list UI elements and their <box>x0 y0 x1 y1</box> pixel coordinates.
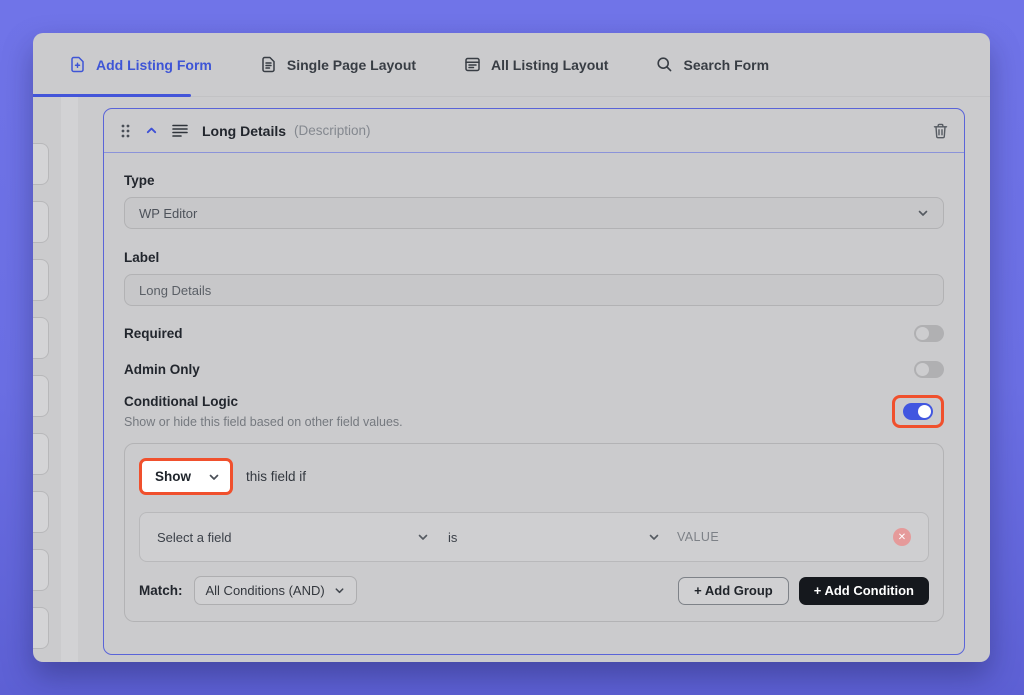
field-editor-panel: Long Details (Description) Type WP Edito… <box>103 108 965 655</box>
builder-card: Add Listing Form Single Page Layout All … <box>33 33 990 662</box>
tab-bar: Add Listing Form Single Page Layout All … <box>33 33 990 97</box>
tab-label: Search Form <box>683 57 769 73</box>
collapsed-field-sliver <box>33 317 49 359</box>
chevron-down-icon <box>648 531 660 543</box>
label-input-value: Long Details <box>139 283 211 298</box>
delete-field-trash-icon[interactable] <box>933 123 948 139</box>
match-label: Match: <box>139 583 183 598</box>
field-type-text-icon <box>172 124 188 138</box>
collapsed-field-sliver <box>33 549 49 591</box>
label-input[interactable]: Long Details <box>124 274 944 306</box>
chevron-down-icon <box>417 531 429 543</box>
search-icon <box>656 56 673 73</box>
admin-only-row: Admin Only <box>124 361 944 378</box>
layout-icon <box>464 56 481 73</box>
collapse-chevron-up-icon[interactable] <box>145 124 158 137</box>
tab-all-listing-layout[interactable]: All Listing Layout <box>440 33 632 96</box>
field-editor-header: Long Details (Description) <box>104 109 964 153</box>
collapsed-field-sliver <box>33 375 49 417</box>
add-group-button[interactable]: + Add Group <box>678 577 789 605</box>
action-row: Show this field if <box>139 458 929 495</box>
conditional-logic-toggle[interactable] <box>903 403 933 420</box>
collapsed-field-sliver <box>33 143 49 185</box>
required-toggle[interactable] <box>914 325 944 342</box>
collapsed-field-sliver <box>33 491 49 533</box>
tab-search-form[interactable]: Search Form <box>632 33 793 96</box>
builder-content: Long Details (Description) Type WP Edito… <box>33 97 990 662</box>
chevron-down-icon <box>334 585 345 596</box>
type-select[interactable]: WP Editor <box>124 197 944 229</box>
condition-field-placeholder: Select a field <box>157 530 231 545</box>
required-label: Required <box>124 326 183 341</box>
match-select[interactable]: All Conditions (AND) <box>194 576 357 605</box>
condition-operator-select[interactable]: is <box>448 530 660 545</box>
conditional-logic-text: Conditional Logic Show or hide this fiel… <box>124 394 403 429</box>
show-hide-select[interactable]: Show <box>139 458 233 495</box>
condition-field-select[interactable]: Select a field <box>157 530 429 545</box>
conditional-logic-row: Conditional Logic Show or hide this fiel… <box>124 394 944 429</box>
conditional-logic-label: Conditional Logic <box>124 394 403 409</box>
toggle-knob <box>916 327 929 340</box>
tab-label: Single Page Layout <box>287 57 416 73</box>
tab-label: All Listing Layout <box>491 57 608 73</box>
collapsed-field-sliver <box>33 433 49 475</box>
show-hide-value: Show <box>155 469 191 484</box>
chevron-down-icon <box>917 207 929 219</box>
drag-handle-icon[interactable] <box>120 123 131 139</box>
admin-only-toggle[interactable] <box>914 361 944 378</box>
required-row: Required <box>124 325 944 342</box>
condition-value-input[interactable]: VALUE <box>660 530 893 544</box>
conditional-logic-description: Show or hide this field based on other f… <box>124 415 403 429</box>
tab-label: Add Listing Form <box>96 57 212 73</box>
condition-operator-value: is <box>448 530 457 545</box>
tab-add-listing-form[interactable]: Add Listing Form <box>45 33 236 96</box>
highlight-ring <box>892 395 944 428</box>
match-select-value: All Conditions (AND) <box>206 583 325 598</box>
conditional-logic-section: Show this field if Select a field <box>124 443 944 622</box>
label-label: Label <box>124 250 944 265</box>
field-editor-body: Type WP Editor Label Long Details Requir… <box>104 153 964 622</box>
page-icon <box>260 56 277 73</box>
condition-row: Select a field is VALUE <box>139 512 929 562</box>
add-condition-button[interactable]: + Add Condition <box>799 577 929 605</box>
remove-condition-button[interactable]: ✕ <box>893 528 911 546</box>
add-file-icon <box>69 56 86 73</box>
toggle-knob <box>916 363 929 376</box>
collapsed-field-sliver <box>33 259 49 301</box>
collapsed-field-sliver <box>33 201 49 243</box>
tab-single-page-layout[interactable]: Single Page Layout <box>236 33 440 96</box>
admin-only-label: Admin Only <box>124 362 200 377</box>
type-label: Type <box>124 173 944 188</box>
action-suffix-text: this field if <box>246 469 306 484</box>
field-subtitle: (Description) <box>294 123 371 138</box>
field-title: Long Details <box>202 123 286 139</box>
type-select-value: WP Editor <box>139 206 197 221</box>
toggle-knob <box>918 405 931 418</box>
page-backdrop: { "colors": { "backdrop": "#6b6fe4", "ac… <box>0 0 1024 695</box>
chevron-down-icon <box>208 471 220 483</box>
match-row: Match: All Conditions (AND) + Add Group … <box>139 576 929 605</box>
collapsed-field-sliver <box>33 607 49 649</box>
left-rail-divider <box>61 97 78 662</box>
